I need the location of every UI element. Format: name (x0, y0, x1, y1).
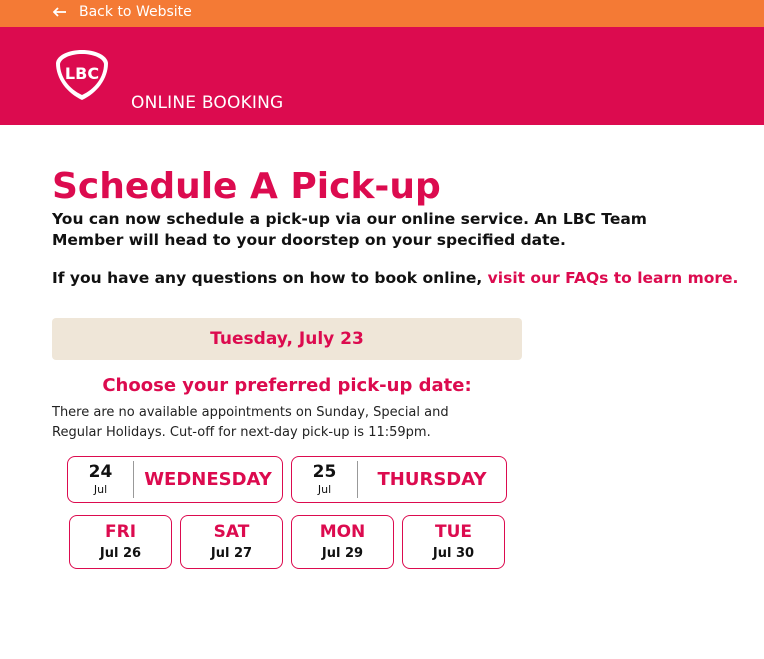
date-month: Jul (317, 482, 332, 496)
date-weekday: FRI (104, 522, 137, 542)
date-number-block: 24 Jul (68, 461, 134, 498)
date-option-jul-30[interactable]: TUE Jul 30 (402, 515, 505, 569)
selected-date-label: Tuesday, July 23 (210, 329, 364, 349)
back-to-website-link[interactable]: Back to Website (53, 4, 192, 20)
top-bar: Back to Website (0, 0, 764, 27)
choose-date-heading: Choose your preferred pick-up date: (102, 375, 472, 396)
date-weekday: WEDNESDAY (144, 469, 272, 490)
availability-notice: There are no available appointments on S… (52, 405, 449, 440)
header: ONLINE BOOKING (0, 27, 764, 125)
date-month: Jul (93, 482, 108, 496)
date-label: Jul 29 (321, 546, 364, 561)
date-label: Jul 27 (210, 546, 253, 561)
faq-link[interactable]: visit our FAQs to learn more. (488, 269, 739, 287)
date-number-block: 25 Jul (292, 461, 358, 498)
lbc-logo[interactable]: LBC (53, 47, 111, 103)
date-label: Jul 26 (99, 546, 142, 561)
date-weekday: SAT (213, 522, 250, 542)
intro-text: You can now schedule a pick-up via our o… (52, 210, 647, 249)
date-weekday: THURSDAY (377, 469, 487, 490)
date-day: 24 (88, 461, 113, 482)
header-title: ONLINE BOOKING (131, 93, 284, 113)
selected-date-banner: Tuesday, July 23 (52, 318, 522, 360)
page-title: Schedule A Pick-up (52, 166, 441, 207)
logo-text: LBC (65, 64, 99, 83)
back-to-website-label: Back to Website (79, 4, 192, 20)
date-day: 25 (312, 461, 337, 482)
date-option-jul-27[interactable]: SAT Jul 27 (180, 515, 283, 569)
faq-line: If you have any questions on how to book… (52, 269, 738, 287)
date-option-jul-25[interactable]: 25 Jul THURSDAY (291, 456, 507, 503)
arrow-left-icon (53, 7, 66, 17)
date-label: Jul 30 (432, 546, 475, 561)
date-weekday: MON (319, 522, 366, 542)
date-weekday: TUE (434, 522, 472, 542)
date-option-jul-24[interactable]: 24 Jul WEDNESDAY (67, 456, 283, 503)
date-option-jul-29[interactable]: MON Jul 29 (291, 515, 394, 569)
faq-prefix: If you have any questions on how to book… (52, 269, 488, 287)
date-option-jul-26[interactable]: FRI Jul 26 (69, 515, 172, 569)
